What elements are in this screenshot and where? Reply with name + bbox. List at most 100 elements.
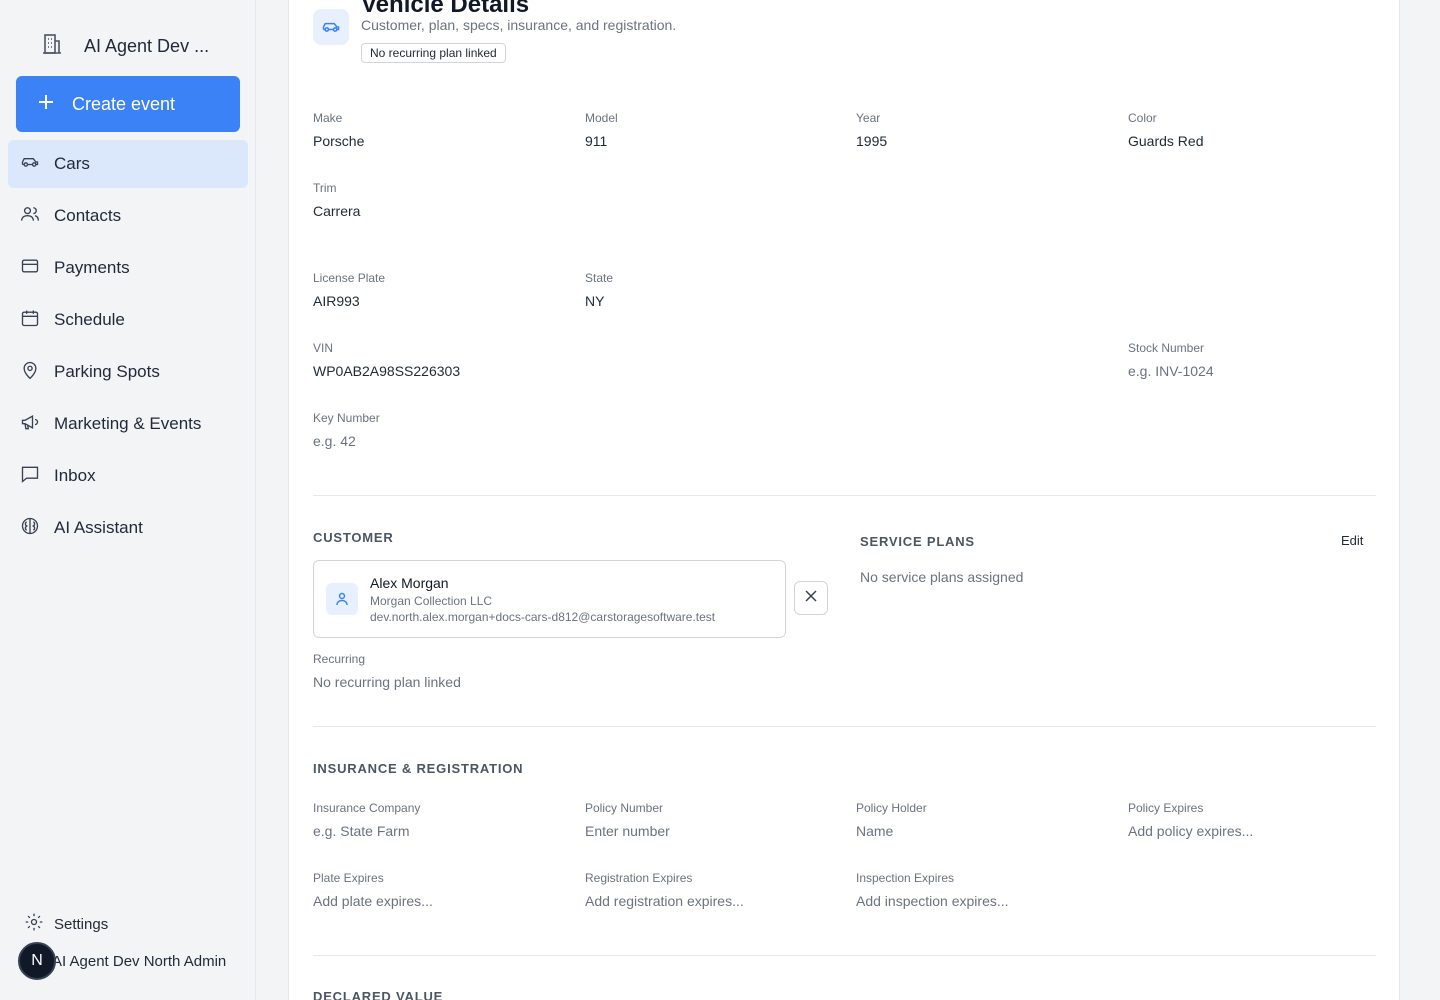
sidebar-item-payments[interactable]: Payments	[8, 244, 248, 292]
credit-card-icon	[20, 256, 40, 281]
settings-link[interactable]: Settings	[24, 912, 108, 936]
field-value: No recurring plan linked	[313, 674, 461, 690]
sidebar-item-label: Payments	[54, 258, 130, 277]
field-label: State	[585, 271, 614, 285]
sidebar-item-ai-assistant[interactable]: AI Assistant	[8, 504, 248, 552]
section-divider	[313, 955, 1376, 956]
field-label: VIN	[313, 341, 334, 355]
field-label: Recurring	[313, 652, 366, 666]
registration-expires-field[interactable]: Registration Expires Add registration ex…	[585, 871, 744, 909]
section-divider	[313, 726, 1376, 727]
create-event-label: Create event	[72, 93, 176, 114]
policy-number-field[interactable]: Policy Number Enter number	[585, 801, 670, 839]
customer-email: dev.north.alex.morgan+docs-cars-d812@car…	[370, 610, 716, 624]
field-placeholder: e.g. 42	[313, 433, 356, 449]
field-label: Make	[313, 111, 343, 125]
key-number-field[interactable]: Key Number e.g. 42	[313, 411, 380, 449]
customer-card[interactable]: Alex Morgan Morgan Collection LLC dev.no…	[313, 560, 786, 638]
recurring-field: Recurring No recurring plan linked	[313, 652, 461, 690]
field-label: Stock Number	[1128, 341, 1205, 355]
model-field[interactable]: Model 911	[585, 111, 618, 149]
field-placeholder: e.g. State Farm	[313, 823, 410, 839]
field-label: Plate Expires	[313, 871, 384, 885]
field-label: Insurance Company	[313, 801, 421, 815]
field-value: WP0AB2A98SS226303	[313, 363, 461, 379]
declared-value-section-title: DECLARED VALUE	[313, 989, 444, 1000]
user-icon	[326, 583, 358, 615]
policy-expires-field[interactable]: Policy Expires Add policy expires...	[1128, 801, 1253, 839]
car-icon	[20, 152, 40, 177]
section-divider	[313, 495, 1376, 496]
field-value: AIR993	[313, 293, 360, 309]
field-label: Inspection Expires	[856, 871, 955, 885]
make-field[interactable]: Make Porsche	[313, 111, 364, 149]
sidebar-item-marketing-events[interactable]: Marketing & Events	[8, 400, 248, 448]
sidebar-nav: Cars Contacts Payments Schedule Parking …	[8, 140, 248, 556]
field-placeholder: Add plate expires...	[313, 893, 433, 909]
sidebar-item-label: Schedule	[54, 310, 125, 329]
insurance-company-field[interactable]: Insurance Company e.g. State Farm	[313, 801, 420, 839]
sidebar-item-contacts[interactable]: Contacts	[8, 192, 248, 240]
users-icon	[20, 204, 40, 229]
gear-icon	[24, 912, 44, 936]
field-label: Policy Number	[585, 801, 664, 815]
sidebar-item-label: Cars	[54, 154, 90, 173]
field-label: Trim	[313, 181, 337, 195]
field-label: Key Number	[313, 411, 380, 425]
car-icon	[313, 9, 349, 45]
color-field[interactable]: Color Guards Red	[1128, 111, 1203, 149]
sidebar-item-label: AI Assistant	[54, 518, 143, 537]
sidebar-item-label: Marketing & Events	[54, 414, 202, 433]
vehicle-details-card: Vehicle Details Customer, plan, specs, i…	[288, 0, 1400, 1000]
field-label: License Plate	[313, 271, 386, 285]
license-plate-field[interactable]: License Plate AIR993	[313, 271, 385, 309]
field-placeholder: Name	[856, 823, 894, 839]
field-placeholder: e.g. INV-1024	[1128, 363, 1214, 379]
field-placeholder: Add inspection expires...	[856, 893, 1009, 909]
service-plans-empty: No service plans assigned	[860, 569, 1024, 585]
plus-icon	[36, 92, 56, 117]
close-icon	[804, 589, 818, 608]
field-label: Policy Expires	[1128, 801, 1204, 815]
trim-field[interactable]: Trim Carrera	[313, 181, 360, 219]
create-event-button[interactable]: Create event	[16, 76, 240, 132]
field-placeholder: Add registration expires...	[585, 893, 744, 909]
stock-number-field[interactable]: Stock Number e.g. INV-1024	[1128, 341, 1214, 379]
field-value: 1995	[856, 133, 888, 149]
sidebar: AI Agent Dev ... Create event Cars Conta…	[0, 0, 256, 1000]
sidebar-item-label: Contacts	[54, 206, 122, 225]
sidebar-item-parking-spots[interactable]: Parking Spots	[8, 348, 248, 396]
year-field[interactable]: Year 1995	[856, 111, 887, 149]
service-plans-section-title: SERVICE PLANS	[860, 534, 975, 549]
field-label: Model	[585, 111, 618, 125]
insurance-section-title: INSURANCE & REGISTRATION	[313, 761, 524, 776]
avatar: N	[18, 942, 56, 980]
customer-company: Morgan Collection LLC	[370, 594, 493, 608]
field-placeholder: Add policy expires...	[1128, 823, 1254, 839]
brain-icon	[20, 516, 40, 541]
field-value: NY	[585, 293, 605, 309]
org-switcher[interactable]: AI Agent Dev ...	[40, 32, 209, 61]
sidebar-item-label: Inbox	[54, 466, 96, 485]
building-icon	[40, 32, 64, 61]
remove-customer-button[interactable]	[794, 581, 828, 615]
state-field[interactable]: State NY	[585, 271, 613, 309]
customer-name: Alex Morgan	[370, 575, 449, 591]
field-label: Year	[856, 111, 881, 125]
settings-label: Settings	[54, 915, 109, 933]
megaphone-icon	[20, 412, 40, 437]
field-value: Carrera	[313, 203, 361, 219]
sidebar-item-schedule[interactable]: Schedule	[8, 296, 248, 344]
sidebar-item-cars[interactable]: Cars	[8, 140, 248, 188]
field-value: 911	[585, 133, 608, 149]
inspection-expires-field[interactable]: Inspection Expires Add inspection expire…	[856, 871, 1009, 909]
field-placeholder: Enter number	[585, 823, 670, 839]
edit-service-plans-button[interactable]: Edit	[1341, 533, 1363, 548]
policy-holder-field[interactable]: Policy Holder Name	[856, 801, 927, 839]
vin-field[interactable]: VIN WP0AB2A98SS226303	[313, 341, 460, 379]
user-menu[interactable]: N AI Agent Dev North Admin	[18, 942, 226, 980]
field-label: Policy Holder	[856, 801, 927, 815]
plate-expires-field[interactable]: Plate Expires Add plate expires...	[313, 871, 433, 909]
field-value: Porsche	[313, 133, 365, 149]
sidebar-item-inbox[interactable]: Inbox	[8, 452, 248, 500]
